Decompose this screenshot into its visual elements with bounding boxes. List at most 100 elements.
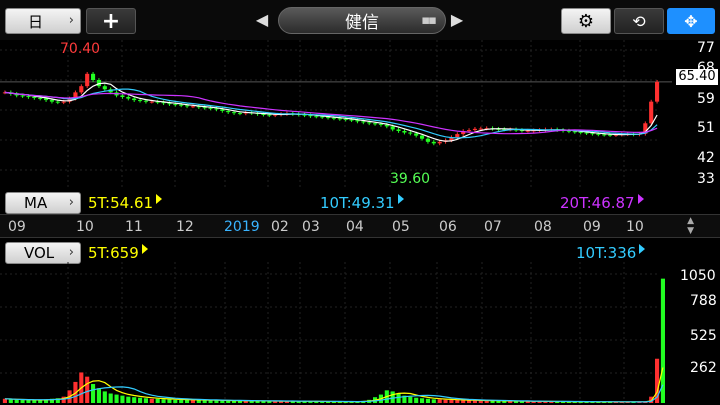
candle-body — [420, 135, 425, 139]
volume-bar — [420, 398, 425, 403]
ma-indicator-button[interactable]: MA › — [5, 192, 81, 214]
ma20-value: 20T:46.87 — [560, 194, 644, 212]
vol-button-label: VOL — [24, 244, 55, 262]
candle-body — [79, 86, 84, 93]
volume-bar — [414, 397, 419, 403]
candle-body — [390, 126, 395, 130]
volume-bar — [96, 388, 101, 403]
volume-bar — [437, 399, 442, 403]
candle-body — [578, 131, 583, 133]
volume-bar — [114, 394, 119, 403]
vol-indicator-button[interactable]: VOL › — [5, 242, 81, 264]
volume-axis-tick: 262 — [690, 360, 717, 376]
volume-bar — [173, 399, 178, 403]
previous-stock-arrow-icon[interactable]: ◀ — [255, 9, 269, 31]
volume-bar — [455, 400, 460, 403]
candle-body — [455, 134, 460, 138]
candle-body — [596, 133, 601, 135]
candle-body — [220, 109, 225, 111]
volume-bar — [390, 391, 395, 403]
candle-body — [414, 133, 419, 136]
ma10-value: 10T:49.31 — [320, 194, 404, 212]
volume-bar — [132, 397, 137, 403]
date-axis[interactable]: 09 10 11 12 2019 02 03 04 05 06 07 08 09… — [0, 214, 720, 238]
date-axis-label: 11 — [125, 219, 143, 235]
candle-body — [343, 118, 348, 120]
scroll-updown-icon[interactable]: ▲ ▼ — [687, 216, 694, 236]
date-axis-label: 10 — [76, 219, 94, 235]
date-axis-label: 07 — [484, 219, 502, 235]
candle-body — [437, 141, 442, 144]
volume-axis-tick: 525 — [690, 328, 717, 344]
volume-chart[interactable] — [0, 262, 720, 405]
volume-bar — [85, 376, 90, 403]
chevron-right-icon: › — [68, 245, 74, 260]
candle-body — [91, 73, 96, 80]
volume-bar — [32, 400, 37, 403]
candle-body — [373, 123, 378, 125]
candle-body — [32, 97, 37, 98]
volume-bar — [179, 399, 184, 403]
ma-button-label: MA — [24, 194, 48, 212]
chevron-right-icon: › — [68, 195, 74, 210]
grid-menu-icon: ▪▪ — [421, 13, 437, 28]
settings-button[interactable]: ⚙ — [561, 8, 611, 34]
next-stock-arrow-icon[interactable]: ▶ — [450, 9, 464, 31]
date-axis-label: 10 — [626, 219, 644, 235]
volume-bar — [14, 399, 19, 403]
candle-body — [478, 128, 483, 130]
volume-bar — [20, 400, 25, 403]
candle-body — [337, 118, 342, 120]
candle-body — [396, 129, 401, 131]
date-axis-label: 09 — [583, 219, 601, 235]
volume-bar — [138, 397, 143, 403]
volume-chart-canvas — [0, 262, 665, 405]
switch-view-button[interactable]: ⟲ — [614, 8, 664, 34]
price-axis-tick: 59 — [697, 91, 715, 107]
volume-bar — [167, 399, 172, 403]
candle-body — [49, 100, 54, 102]
volume-bar — [467, 400, 472, 403]
date-axis-label: 04 — [346, 219, 364, 235]
price-chart[interactable] — [0, 40, 720, 188]
volume-bar — [161, 399, 166, 403]
candle-body — [190, 106, 195, 108]
candle-body — [572, 131, 577, 133]
candle-body — [472, 128, 477, 131]
candle-body — [126, 97, 131, 99]
stock-selector[interactable]: 健信 ▪▪ — [278, 7, 446, 34]
volume-bar — [408, 396, 413, 403]
period-selector-button[interactable]: 日 › — [5, 8, 81, 34]
candle-body — [649, 101, 654, 124]
candle-body — [143, 100, 148, 102]
date-axis-label: 02 — [271, 219, 289, 235]
date-axis-label: 12 — [176, 219, 194, 235]
volume-bar — [91, 384, 96, 403]
candle-body — [590, 133, 595, 135]
candle-body — [655, 81, 660, 102]
fullscreen-button[interactable]: ✥ — [667, 8, 715, 34]
vol10-value: 10T:336 — [576, 244, 646, 262]
candle-body — [202, 107, 207, 109]
volume-bar — [120, 395, 125, 403]
volume-bar — [26, 399, 31, 403]
candle-body — [349, 119, 354, 121]
candle-body — [55, 101, 60, 103]
plus-icon: + — [101, 8, 121, 34]
volume-bar — [190, 400, 195, 403]
volume-bar — [185, 399, 190, 403]
last-price-tag: 65.40 — [676, 69, 718, 85]
candle-body — [232, 112, 237, 114]
volume-axis-tick: 788 — [690, 293, 717, 309]
volume-bar — [126, 396, 131, 403]
candle-body — [120, 95, 125, 97]
date-axis-label: 08 — [534, 219, 552, 235]
candle-body — [467, 130, 472, 132]
candle-body — [44, 98, 49, 101]
candle-body — [179, 104, 184, 106]
volume-bar — [143, 398, 148, 403]
date-axis-year-label: 2019 — [224, 219, 260, 235]
candle-body — [402, 131, 407, 133]
add-button[interactable]: + — [86, 8, 136, 34]
volume-bar — [8, 399, 13, 403]
